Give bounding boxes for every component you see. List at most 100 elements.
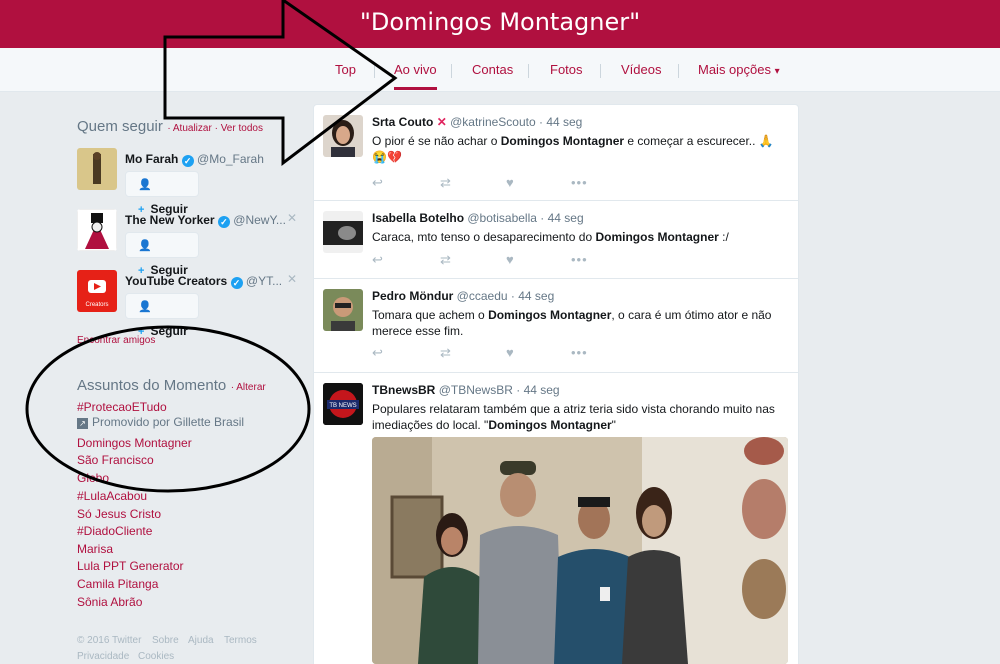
tab-accounts[interactable]: Contas bbox=[472, 62, 513, 77]
trend-item[interactable]: Globo bbox=[77, 471, 109, 485]
tweet-highlight: Domingos Montagner bbox=[595, 230, 719, 244]
suggestion-handle: @NewY... bbox=[233, 213, 286, 227]
tab-videos[interactable]: Vídeos bbox=[621, 62, 661, 77]
tweet-text-part: Tomara que achem o bbox=[372, 308, 489, 322]
tweet-author-handle[interactable]: @TBNewsBR bbox=[439, 383, 513, 397]
more-icon[interactable]: ••• bbox=[571, 345, 588, 360]
avatar[interactable] bbox=[77, 148, 117, 190]
tab-more-options[interactable]: Mais opções ▾ bbox=[698, 62, 780, 77]
suggestion-name: The New Yorker bbox=[125, 213, 215, 227]
suggestion-name-line[interactable]: Mo Farah ✓ @Mo_Farah bbox=[125, 152, 264, 167]
avatar[interactable] bbox=[323, 289, 363, 331]
search-query-title: "Domingos Montagner" bbox=[359, 8, 641, 36]
retweet-icon[interactable]: ⇄ bbox=[440, 175, 451, 191]
trend-item[interactable]: #LulaAcabou bbox=[77, 489, 147, 503]
trend-item[interactable]: Camila Pitanga bbox=[77, 577, 158, 591]
promoted-by-label: Promovido por Gillette Brasil bbox=[92, 415, 245, 429]
trend-item[interactable]: #DiadoCliente bbox=[77, 524, 152, 538]
tweet-highlight: Domingos Montagner bbox=[488, 308, 612, 322]
trend-item[interactable]: Domingos Montagner bbox=[77, 436, 192, 450]
tweet-header: Isabella Botelho @botisabella · 44 seg bbox=[372, 211, 584, 225]
tweet-author-handle[interactable]: @botisabella bbox=[467, 211, 537, 225]
reply-icon[interactable]: ↩ bbox=[372, 175, 383, 191]
footer-cookies-link[interactable]: Cookies bbox=[138, 651, 174, 662]
tweet-author-handle[interactable]: @ccaedu bbox=[457, 289, 508, 303]
reply-icon[interactable]: ↩ bbox=[372, 345, 383, 361]
retweet-icon[interactable]: ⇄ bbox=[440, 252, 451, 268]
follow-suggestion: The New Yorker ✓ @NewY... 👤+ Seguir ✕ bbox=[77, 209, 297, 277]
like-icon[interactable]: ♥ bbox=[506, 252, 514, 267]
trend-item[interactable]: Lula PPT Generator bbox=[77, 559, 184, 573]
avatar[interactable] bbox=[77, 209, 117, 251]
more-icon[interactable]: ••• bbox=[571, 175, 588, 190]
trend-item[interactable]: Marisa bbox=[77, 542, 113, 556]
tweet-timestamp[interactable]: 44 seg bbox=[546, 115, 582, 129]
promoted-icon: ↗ bbox=[77, 418, 88, 429]
tab-more-options-label: Mais opções bbox=[698, 62, 771, 77]
tweet-author-name[interactable]: Srta Couto bbox=[372, 115, 433, 129]
trends-header: Assuntos do Momento · Alterar bbox=[77, 377, 266, 395]
tweet-text: Tomara que achem o Domingos Montagner, o… bbox=[372, 307, 782, 339]
footer-copyright: © 2016 Twitter bbox=[77, 635, 142, 646]
dismiss-icon[interactable]: ✕ bbox=[287, 272, 297, 286]
tweet[interactable]: Srta Couto ✕ @katrineScouto · 44 seg O p… bbox=[313, 105, 799, 201]
suggestion-name-line[interactable]: The New Yorker ✓ @NewY... bbox=[125, 213, 286, 228]
tweet-timestamp[interactable]: 44 seg bbox=[548, 211, 584, 225]
cross-mark-icon: ✕ bbox=[436, 115, 447, 129]
suggestion-name: Mo Farah bbox=[125, 152, 179, 166]
footer-privacy-link[interactable]: Privacidade bbox=[77, 651, 129, 662]
tab-photos[interactable]: Fotos bbox=[550, 62, 583, 77]
nav-divider bbox=[451, 64, 452, 78]
dot-separator: · bbox=[507, 289, 519, 303]
trend-item[interactable]: São Francisco bbox=[77, 453, 154, 467]
tab-live[interactable]: Ao vivo bbox=[394, 62, 437, 90]
tweet-author-name[interactable]: TBnewsBR bbox=[372, 383, 435, 397]
follow-button[interactable]: 👤+ Seguir bbox=[125, 232, 199, 277]
find-friends-link[interactable]: Encontrar amigos bbox=[77, 335, 155, 346]
view-all-link[interactable]: Ver todos bbox=[221, 123, 263, 134]
follow-button[interactable]: 👤+ Seguir bbox=[125, 171, 199, 216]
tweet-text-part: O pior é se não achar o bbox=[372, 134, 501, 148]
trend-item[interactable]: Sônia Abrão bbox=[77, 595, 142, 609]
tweet-text-part: :/ bbox=[718, 230, 729, 244]
reply-icon[interactable]: ↩ bbox=[372, 252, 383, 268]
tweet-header: TBnewsBR @TBNewsBR · 44 seg bbox=[372, 383, 560, 397]
avatar[interactable] bbox=[323, 211, 363, 253]
tweet-text-part: Caraca, mto tenso o desaparecimento do bbox=[372, 230, 596, 244]
more-icon[interactable]: ••• bbox=[571, 252, 588, 267]
trends-title: Assuntos do Momento bbox=[77, 377, 227, 394]
refresh-link[interactable]: Atualizar bbox=[173, 123, 212, 134]
change-trends-link[interactable]: Alterar bbox=[236, 382, 265, 393]
follow-suggestion: Creators YouTube Creators ✓ @YT... 👤+ Seg… bbox=[77, 270, 297, 338]
retweet-icon[interactable]: ⇄ bbox=[440, 345, 451, 361]
avatar[interactable]: TB NEWS bbox=[323, 383, 363, 425]
tweet-author-name[interactable]: Pedro Möndur bbox=[372, 289, 453, 303]
dot-separator: · bbox=[536, 211, 548, 225]
tweet[interactable]: Pedro Möndur @ccaedu · 44 seg Tomara que… bbox=[313, 279, 799, 373]
circle-annotation bbox=[25, 325, 311, 493]
suggestion-name-line[interactable]: YouTube Creators ✓ @YT... bbox=[125, 274, 282, 289]
suggestion-handle: @YT... bbox=[245, 274, 283, 288]
tab-top[interactable]: Top bbox=[335, 62, 356, 77]
avatar[interactable]: Creators bbox=[77, 270, 117, 312]
trend-item[interactable]: Só Jesus Cristo bbox=[77, 507, 161, 521]
footer-about-link[interactable]: Sobre bbox=[152, 635, 179, 646]
tweet-timestamp[interactable]: 44 seg bbox=[524, 383, 560, 397]
tweet[interactable]: Isabella Botelho @botisabella · 44 seg C… bbox=[313, 201, 799, 279]
who-to-follow-header: Quem seguir · Atualizar · Ver todos bbox=[77, 118, 263, 136]
footer-terms-link[interactable]: Termos bbox=[224, 635, 257, 646]
promoted-trend[interactable]: #ProtecaoETudo bbox=[77, 400, 167, 414]
tweet-photo[interactable] bbox=[372, 437, 788, 664]
dismiss-icon[interactable]: ✕ bbox=[287, 211, 297, 225]
avatar[interactable] bbox=[323, 115, 363, 157]
tweet-timestamp[interactable]: 44 seg bbox=[518, 289, 554, 303]
follow-button[interactable]: 👤+ Seguir bbox=[125, 293, 199, 338]
tweet-author-handle[interactable]: @katrineScouto bbox=[450, 115, 536, 129]
tweet-text: O pior é se não achar o Domingos Montagn… bbox=[372, 133, 782, 165]
tweet-author-name[interactable]: Isabella Botelho bbox=[372, 211, 464, 225]
promoted-by: ↗ Promovido por Gillette Brasil bbox=[77, 415, 244, 429]
like-icon[interactable]: ♥ bbox=[506, 345, 514, 360]
verified-icon: ✓ bbox=[181, 155, 194, 167]
footer-help-link[interactable]: Ajuda bbox=[188, 635, 214, 646]
like-icon[interactable]: ♥ bbox=[506, 175, 514, 190]
